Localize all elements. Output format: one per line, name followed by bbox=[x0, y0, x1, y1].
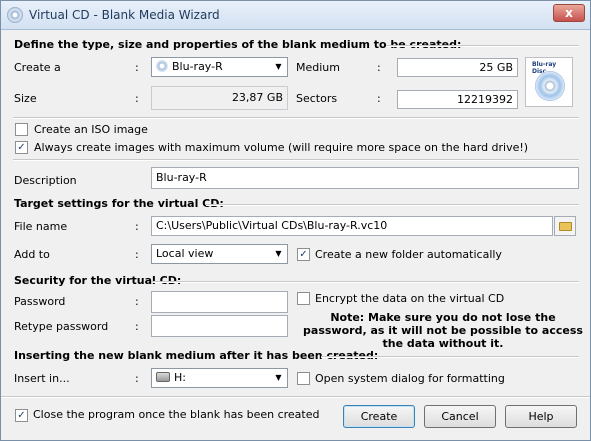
add-to-colon: : bbox=[135, 248, 139, 261]
sectors-value: 12219392 bbox=[397, 90, 518, 109]
file-name-input[interactable]: C:\Users\Public\Virtual CDs\Blu-ray-R.vc… bbox=[151, 216, 553, 236]
description-label: Description bbox=[14, 174, 77, 187]
create-button[interactable]: Create bbox=[343, 405, 415, 428]
size-colon: : bbox=[135, 92, 139, 105]
help-button[interactable]: Help bbox=[505, 405, 577, 428]
media-type-select[interactable]: Blu-ray-R ▼ bbox=[151, 57, 288, 77]
password-colon: : bbox=[135, 295, 139, 308]
close-button[interactable]: x bbox=[553, 4, 585, 22]
close-program-checkbox[interactable]: ✓ bbox=[15, 409, 28, 422]
encrypt-checkbox[interactable] bbox=[297, 292, 310, 305]
add-to-value: Local view bbox=[156, 247, 214, 260]
section-heading-target: Target settings for the virtual CD: bbox=[14, 197, 224, 210]
insert-in-label: Insert in... bbox=[14, 372, 70, 385]
size-value: 23,87 GB bbox=[151, 86, 288, 110]
encrypt-label: Encrypt the data on the virtual CD bbox=[315, 292, 505, 305]
description-input[interactable]: Blu-ray-R bbox=[151, 167, 579, 189]
format-dialog-checkbox[interactable] bbox=[297, 372, 310, 385]
max-volume-checkbox[interactable]: ✓ bbox=[15, 141, 28, 154]
file-name-label: File name bbox=[14, 220, 68, 233]
create-a-label: Create a bbox=[14, 61, 61, 74]
retype-password-input[interactable] bbox=[151, 315, 288, 337]
section-divider bbox=[386, 45, 579, 47]
add-to-select[interactable]: Local view ▼ bbox=[151, 244, 288, 264]
wizard-window: Virtual CD - Blank Media Wizard x Define… bbox=[0, 0, 591, 441]
add-to-label: Add to bbox=[14, 248, 50, 261]
disc-icon bbox=[156, 60, 168, 72]
blu-ray-disc-icon: Blu-ray Disc bbox=[525, 57, 573, 107]
chevron-down-icon: ▼ bbox=[275, 62, 282, 71]
retype-password-label: Retype password bbox=[14, 320, 109, 333]
insert-in-value: H: bbox=[174, 371, 186, 384]
retype-password-colon: : bbox=[135, 320, 139, 333]
section-divider bbox=[13, 117, 579, 119]
cd-disc-icon bbox=[7, 7, 23, 23]
sectors-label: Sectors bbox=[296, 92, 338, 105]
password-label: Password bbox=[14, 295, 66, 308]
iso-checkbox[interactable] bbox=[15, 123, 28, 136]
cancel-button[interactable]: Cancel bbox=[424, 405, 496, 428]
sectors-colon: : bbox=[377, 92, 381, 105]
footer-divider bbox=[1, 396, 590, 398]
window-title: Virtual CD - Blank Media Wizard bbox=[29, 8, 220, 22]
file-name-colon: : bbox=[135, 220, 139, 233]
new-folder-checkbox[interactable]: ✓ bbox=[297, 248, 310, 261]
password-warning-note: Note: Make sure you do not lose the pass… bbox=[303, 311, 583, 350]
iso-label: Create an ISO image bbox=[34, 123, 148, 136]
folder-open-icon bbox=[559, 222, 572, 231]
medium-colon: : bbox=[377, 61, 381, 74]
medium-value: 25 GB bbox=[397, 58, 518, 77]
insert-in-colon: : bbox=[135, 372, 139, 385]
insert-in-select[interactable]: H: ▼ bbox=[151, 368, 288, 388]
browse-folder-button[interactable] bbox=[554, 216, 576, 236]
drive-icon bbox=[156, 372, 170, 382]
section-divider bbox=[153, 281, 579, 283]
format-dialog-label: Open system dialog for formatting bbox=[315, 372, 505, 385]
chevron-down-icon: ▼ bbox=[275, 373, 282, 382]
create-a-colon: : bbox=[135, 61, 139, 74]
section-divider bbox=[321, 356, 579, 358]
close-program-label: Close the program once the blank has bee… bbox=[33, 408, 320, 421]
max-volume-label: Always create images with maximum volume… bbox=[34, 141, 529, 154]
title-bar: Virtual CD - Blank Media Wizard x bbox=[1, 1, 590, 30]
disc-graphic bbox=[535, 71, 565, 101]
medium-label: Medium bbox=[296, 61, 340, 74]
media-type-value: Blu-ray-R bbox=[172, 60, 223, 73]
new-folder-label: Create a new folder automatically bbox=[315, 248, 502, 261]
section-divider bbox=[13, 159, 579, 161]
password-input[interactable] bbox=[151, 291, 288, 313]
chevron-down-icon: ▼ bbox=[275, 249, 282, 258]
size-label: Size bbox=[14, 92, 37, 105]
section-divider bbox=[206, 204, 579, 206]
